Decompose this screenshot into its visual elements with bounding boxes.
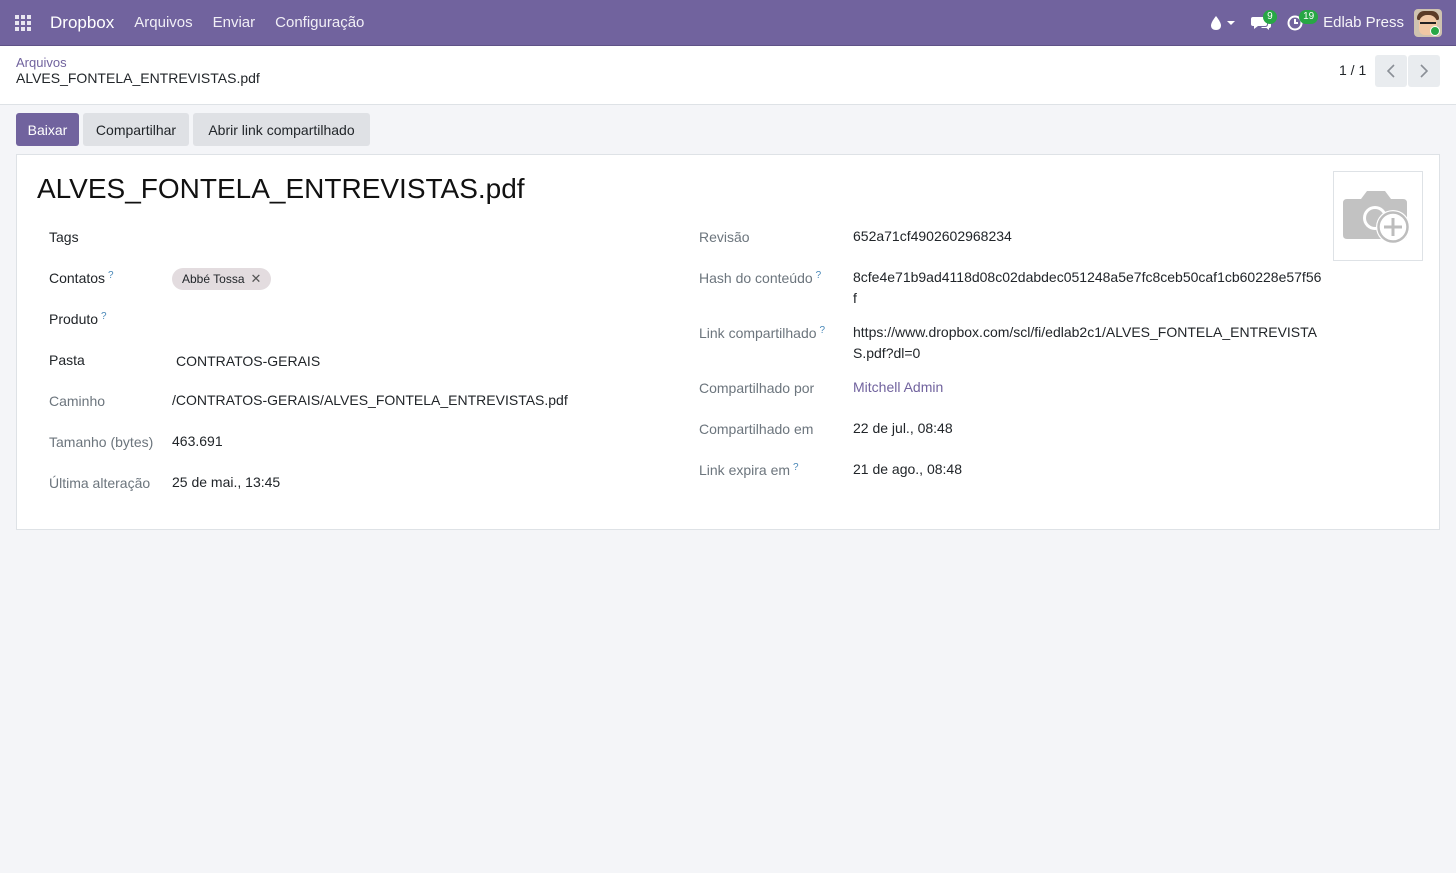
folder-label: Pasta	[49, 352, 85, 368]
contact-tag: Abbé Tossa ✕	[172, 268, 272, 290]
shared-link-label: Link compartilhado?	[699, 325, 826, 341]
revision-label: Revisão	[699, 229, 750, 245]
link-expires-label: Link expira em?	[699, 462, 799, 478]
path-value: /CONTRATOS-GERAIS/ALVES_FONTELA_ENTREVIS…	[172, 392, 568, 408]
size-value: 463.691	[172, 433, 223, 449]
contact-tag-label: Abbé Tossa	[182, 272, 245, 286]
company-switcher[interactable]: Edlab Press	[1323, 14, 1404, 31]
control-panel: Arquivos ALVES_FONTELA_ENTREVISTAS.pdf 1…	[0, 46, 1456, 105]
path-label: Caminho	[49, 393, 106, 409]
remove-tag-icon[interactable]: ✕	[251, 271, 262, 287]
camera-plus-icon	[1343, 191, 1410, 244]
grid-icon	[15, 14, 31, 31]
share-button[interactable]: Compartilhar	[83, 113, 189, 146]
messages-badge: 9	[1263, 9, 1277, 24]
help-icon[interactable]: ?	[101, 311, 107, 322]
product-label: Produto?	[49, 311, 107, 327]
shared-at-label: Compartilhado em	[699, 421, 814, 437]
activity-menu[interactable]: 19	[1279, 0, 1319, 46]
chevron-down-icon	[1227, 20, 1236, 25]
help-icon[interactable]: ?	[820, 325, 826, 336]
tags-label: Tags	[49, 229, 79, 245]
contacts-label: Contatos?	[49, 270, 114, 286]
messaging-menu[interactable]: 9	[1243, 0, 1279, 46]
help-icon[interactable]: ?	[108, 270, 114, 281]
revision-value: 652a71cf4902602968234	[853, 228, 1012, 244]
menu-item-arquivos[interactable]: Arquivos	[124, 14, 202, 31]
help-icon[interactable]: ?	[816, 270, 822, 281]
top-navbar: Dropbox Arquivos Enviar Configuração 9 1…	[0, 0, 1456, 46]
modified-label: Última alteração	[49, 475, 151, 491]
activities-badge: 19	[1299, 9, 1319, 24]
shared-by-label: Compartilhado por	[699, 380, 815, 396]
debug-menu[interactable]	[1202, 0, 1243, 46]
chevron-right-icon	[1420, 64, 1428, 78]
pager-value[interactable]: 1 / 1	[1339, 62, 1366, 78]
form-sheet: ALVES_FONTELA_ENTREVISTAS.pdf Tags Conta…	[16, 154, 1440, 530]
folder-field[interactable]: CONTRATOS-GERAIS	[176, 353, 320, 369]
menu-item-enviar[interactable]: Enviar	[203, 14, 266, 31]
help-icon[interactable]: ?	[793, 462, 799, 473]
shared-at-value: 22 de jul., 08:48	[853, 420, 953, 436]
image-upload-field[interactable]	[1333, 171, 1423, 261]
online-status-icon	[1430, 26, 1440, 36]
modified-value: 25 de mai., 13:45	[172, 474, 281, 490]
breadcrumb-current: ALVES_FONTELA_ENTREVISTAS.pdf	[16, 70, 260, 86]
download-button[interactable]: Baixar	[16, 113, 79, 146]
drop-icon	[1211, 15, 1222, 30]
pager-previous-button[interactable]	[1375, 55, 1407, 87]
size-label: Tamanho (bytes)	[49, 434, 154, 450]
record-title[interactable]: ALVES_FONTELA_ENTREVISTAS.pdf	[37, 173, 525, 205]
open-shared-link-button[interactable]: Abrir link compartilhado	[193, 113, 370, 146]
shared-link-value: https://www.dropbox.com/scl/fi/edlab2c1/…	[853, 324, 1317, 361]
chevron-left-icon	[1387, 64, 1395, 78]
menu-item-configuracao[interactable]: Configuração	[265, 14, 374, 31]
app-menu-button[interactable]	[0, 0, 46, 46]
app-brand[interactable]: Dropbox	[50, 13, 114, 33]
shared-by-link[interactable]: Mitchell Admin	[853, 379, 943, 395]
breadcrumb-parent[interactable]: Arquivos	[16, 55, 67, 70]
pager-next-button[interactable]	[1408, 55, 1440, 87]
navbar-systray: 9 19 Edlab Press	[1202, 0, 1456, 46]
link-expires-value: 21 de ago., 08:48	[853, 461, 962, 477]
content-hash-label: Hash do conteúdo?	[699, 270, 822, 286]
content-hash-value: 8cfe4e71b9ad4118d08c02dabdec051248a5e7fc…	[853, 269, 1322, 306]
